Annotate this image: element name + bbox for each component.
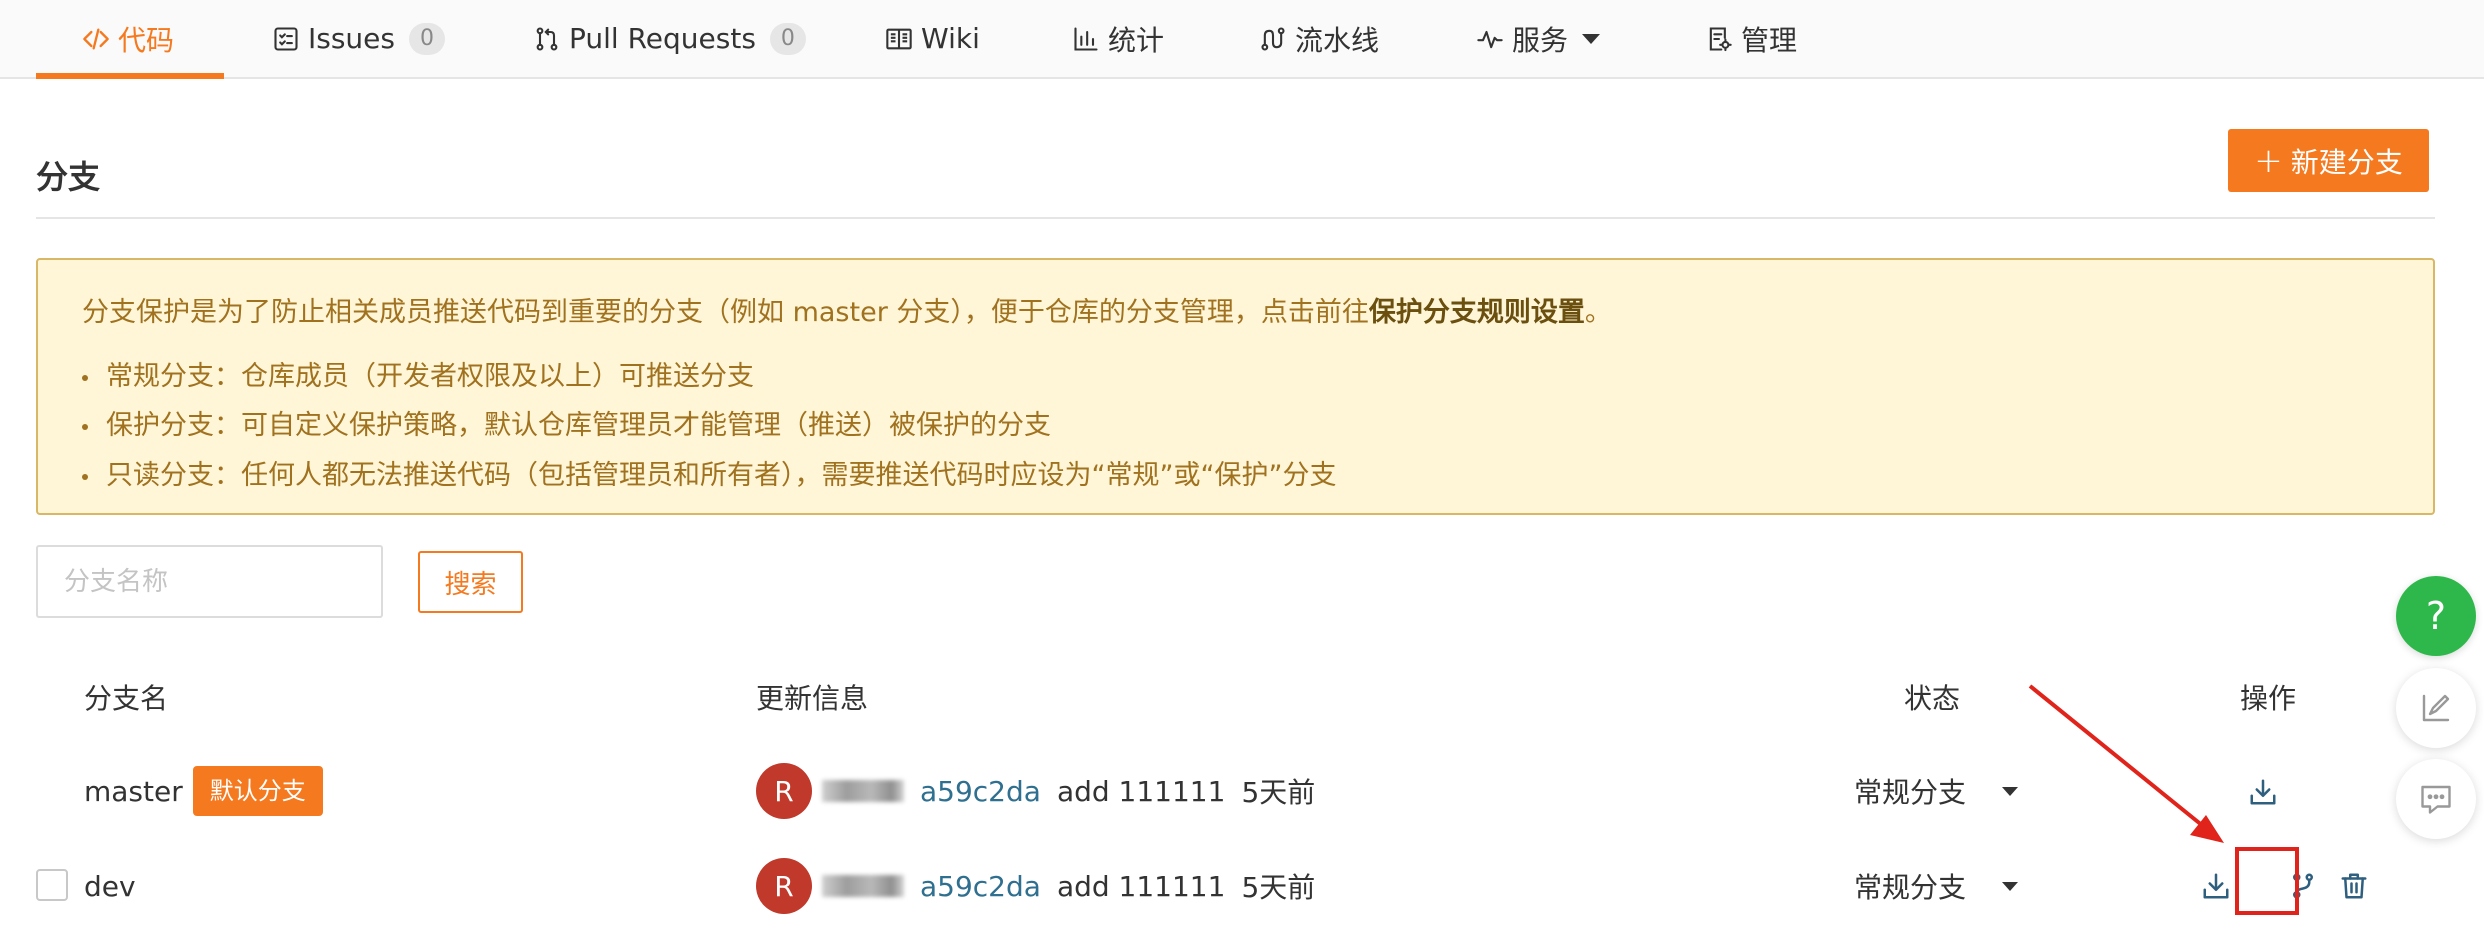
notice-intro: 分支保护是为了防止相关成员推送代码到重要的分支（例如 master 分支），便于… <box>82 290 1612 329</box>
branch-status-value: 常规分支 <box>1854 776 1967 809</box>
chevron-down-icon <box>2002 786 2019 796</box>
bullet-dot <box>82 473 88 480</box>
tab-label: 代码 <box>118 23 175 57</box>
branch-name-cell: master 默认分支 <box>84 766 323 816</box>
table-row: master 默认分支 R a59c2da add 111111 5天前 常规分… <box>36 746 2435 836</box>
feedback-button[interactable] <box>2396 668 2476 748</box>
branch-status-select[interactable]: 常规分支 <box>1854 861 2019 911</box>
branch-status-value: 常规分支 <box>1854 871 1967 904</box>
active-tab-indicator <box>36 73 224 79</box>
author-name-blurred <box>822 875 904 897</box>
chat-button[interactable] <box>2396 759 2476 839</box>
tab-stats[interactable]: 统计 <box>1072 0 1164 77</box>
column-header-actions: 操作 <box>2240 682 2297 715</box>
download-icon[interactable] <box>2200 870 2232 902</box>
chevron-down-icon <box>2002 881 2019 891</box>
row-select-checkbox[interactable] <box>36 869 68 901</box>
update-info-cell: R a59c2da add 111111 5天前 <box>756 858 1315 914</box>
notice-intro-end: 。 <box>1584 297 1612 328</box>
branch-name[interactable]: master <box>84 775 183 808</box>
chat-bubble-icon <box>2418 781 2454 817</box>
tab-issues[interactable]: Issues 0 <box>272 0 445 77</box>
branch-protection-notice: 分支保护是为了防止相关成员推送代码到重要的分支（例如 master 分支），便于… <box>36 258 2435 515</box>
tab-label: 统计 <box>1108 23 1165 57</box>
commit-message: add 111111 <box>1056 774 1226 808</box>
commit-time: 5天前 <box>1241 776 1316 809</box>
avatar[interactable]: R <box>756 763 812 819</box>
branch-name-cell: dev <box>84 861 136 911</box>
commit-id-link[interactable]: a59c2da <box>920 775 1041 808</box>
notice-bullet: 常规分支：仓库成员（开发者权限及以上）可推送分支 <box>82 354 754 393</box>
update-info-cell: R a59c2da add 111111 5天前 <box>756 763 1315 819</box>
tab-label: Pull Requests <box>569 22 756 55</box>
tab-wiki[interactable]: Wiki <box>885 0 980 77</box>
column-header-branch-name: 分支名 <box>84 682 169 715</box>
branch-status-select[interactable]: 常规分支 <box>1854 766 2019 816</box>
new-branch-label: 新建分支 <box>2290 145 2403 179</box>
annotation-highlight-box <box>2235 847 2299 915</box>
table-row: dev R a59c2da add 111111 5天前 常规分支 <box>36 841 2435 931</box>
branch-name-search-input[interactable] <box>36 545 383 618</box>
page-title: 分支 <box>36 158 101 196</box>
tab-code[interactable]: 代码 <box>82 0 174 77</box>
notice-intro-text: 分支保护是为了防止相关成员推送代码到重要的分支（例如 master 分支），便于… <box>82 297 1369 328</box>
branch-name[interactable]: dev <box>84 870 136 903</box>
pulse-icon <box>1476 25 1504 53</box>
help-button[interactable]: ? <box>2396 576 2476 656</box>
tab-label: Issues <box>308 22 395 55</box>
tab-manage[interactable]: 管理 <box>1705 0 1797 77</box>
notice-bullet: 只读分支：任何人都无法推送代码（包括管理员和所有者），需要推送代码时应设为“常规… <box>82 453 1336 492</box>
column-header-update-info: 更新信息 <box>756 682 869 715</box>
edit-note-icon <box>2418 690 2454 726</box>
download-icon[interactable] <box>2247 776 2279 808</box>
issues-count-badge: 0 <box>409 22 445 55</box>
code-icon <box>82 25 110 53</box>
column-header-status: 状态 <box>1904 682 1961 715</box>
plus-icon: + <box>2254 140 2283 181</box>
notice-bullet-text: 保护分支：可自定义保护策略，默认仓库管理员才能管理（推送）被保护的分支 <box>106 410 1051 441</box>
trash-icon[interactable] <box>2338 870 2370 902</box>
commit-message: add 111111 <box>1056 869 1226 903</box>
pull-requests-count-badge: 0 <box>769 22 806 55</box>
tab-pull-requests[interactable]: Pull Requests 0 <box>533 0 806 77</box>
commit-id-link[interactable]: a59c2da <box>920 870 1041 903</box>
divider <box>36 217 2435 219</box>
bar-chart-icon <box>1072 25 1100 53</box>
tab-services[interactable]: 服务 <box>1476 0 1601 77</box>
commit-time: 5天前 <box>1241 871 1316 904</box>
issues-icon <box>272 25 300 53</box>
bullet-dot <box>82 423 88 430</box>
default-branch-badge: 默认分支 <box>192 766 323 816</box>
tab-label: 管理 <box>1741 23 1798 57</box>
tab-label: Wiki <box>921 22 980 55</box>
author-name-blurred <box>822 780 904 802</box>
notice-bullet: 保护分支：可自定义保护策略，默认仓库管理员才能管理（推送）被保护的分支 <box>82 403 1051 442</box>
bullet-dot <box>82 374 88 381</box>
chevron-down-icon <box>1582 33 1601 44</box>
new-branch-button[interactable]: + 新建分支 <box>2228 129 2429 192</box>
repo-tab-bar: 代码 Issues 0 Pull Requests 0 Wiki 统计 流水线 <box>0 0 2484 79</box>
tab-label: 流水线 <box>1295 23 1380 57</box>
notice-bullet-text: 常规分支：仓库成员（开发者权限及以上）可推送分支 <box>106 361 754 392</box>
tab-label: 服务 <box>1512 23 1569 57</box>
tab-pipeline[interactable]: 流水线 <box>1259 0 1379 77</box>
protection-rules-link[interactable]: 保护分支规则设置 <box>1369 297 1585 328</box>
settings-doc-icon <box>1705 25 1733 53</box>
notice-bullet-text: 只读分支：任何人都无法推送代码（包括管理员和所有者），需要推送代码时应设为“常规… <box>106 460 1337 491</box>
pipeline-icon <box>1259 25 1287 53</box>
avatar[interactable]: R <box>756 858 812 914</box>
search-button[interactable]: 搜索 <box>418 551 523 613</box>
pull-request-icon <box>533 25 561 53</box>
wiki-book-icon <box>885 25 913 53</box>
